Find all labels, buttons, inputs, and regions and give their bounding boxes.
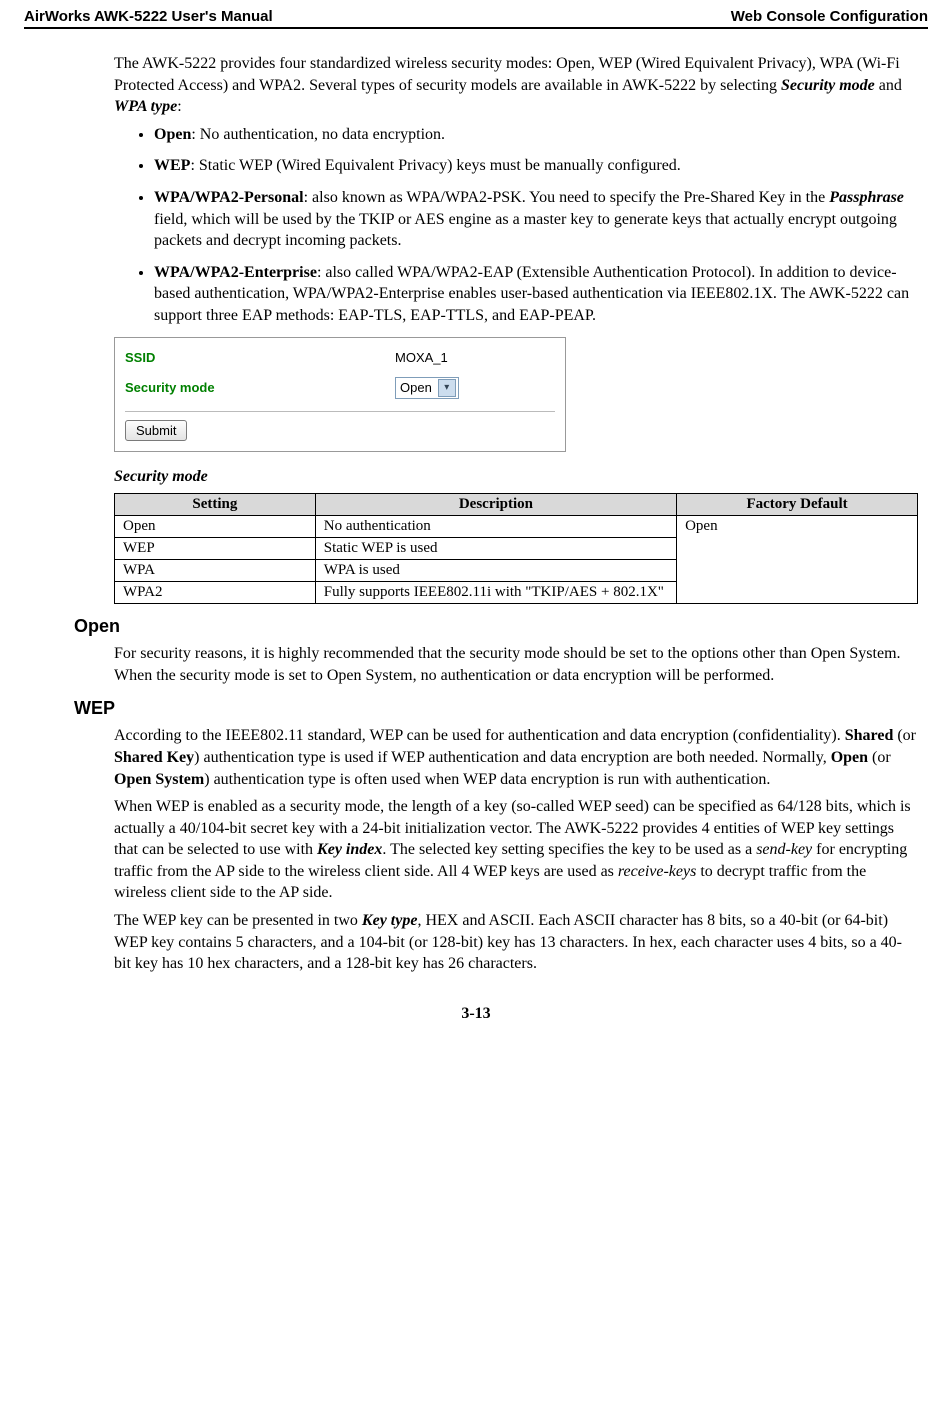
cell-setting: WPA (115, 560, 316, 582)
page-header: AirWorks AWK-5222 User's Manual Web Cons… (24, 8, 928, 29)
intro-paragraph: The AWK-5222 provides four standardized … (114, 53, 918, 118)
header-left: AirWorks AWK-5222 User's Manual (24, 8, 273, 25)
bullet-wep-text: : Static WEP (Wired Equivalent Privacy) … (190, 157, 680, 174)
wep-p1-e: ) authentication type is used if WEP aut… (194, 749, 831, 766)
wep-paragraph-1: According to the IEEE802.11 standard, WE… (114, 725, 918, 790)
cell-setting: WPA2 (115, 582, 316, 604)
chevron-down-icon: ▾ (438, 379, 456, 397)
wep-p1-a: According to the IEEE802.11 standard, WE… (114, 727, 845, 744)
security-mode-select[interactable]: Open ▾ (395, 377, 459, 399)
bullet-wpa-personal-title: WPA/WPA2-Personal (154, 189, 304, 206)
ssid-value: MOXA_1 (395, 350, 448, 365)
th-default: Factory Default (677, 494, 918, 516)
wep-p1-c: (or (893, 727, 916, 744)
bullet-open-text: : No authentication, no data encryption. (191, 126, 445, 143)
submit-button[interactable]: Submit (125, 420, 187, 441)
page-number: 3-13 (24, 1005, 928, 1023)
cell-description: Fully supports IEEE802.11i with "TKIP/AE… (315, 582, 676, 604)
bullet-wpa-personal-text-c: field, which will be used by the TKIP or… (154, 211, 897, 250)
wep-p1-i: ) authentication type is often used when… (204, 771, 770, 788)
security-mode-label: Security mode (125, 380, 395, 395)
bullet-wpa-enterprise-title: WPA/WPA2-Enterprise (154, 264, 317, 281)
th-description: Description (315, 494, 676, 516)
wep-p1-opensystem: Open System (114, 771, 204, 788)
bullet-open: Open: No authentication, no data encrypt… (154, 124, 918, 146)
intro-wpa-type: WPA type (114, 98, 177, 115)
bullet-wpa-enterprise: WPA/WPA2-Enterprise: also called WPA/WPA… (154, 262, 918, 327)
bullet-wpa-personal-text-a: : also known as WPA/WPA2-PSK. You need t… (304, 189, 830, 206)
cell-setting: WEP (115, 538, 316, 560)
ssid-label: SSID (125, 350, 395, 365)
divider (125, 411, 555, 412)
table-title: Security mode (114, 466, 918, 488)
intro-text-e: : (177, 98, 181, 115)
bullet-wpa-personal: WPA/WPA2-Personal: also known as WPA/WPA… (154, 187, 918, 252)
wep-p2-c: . The selected key setting specifies the… (382, 841, 756, 858)
table-header-row: Setting Description Factory Default (115, 494, 918, 516)
wep-p1-sharedkey: Shared Key (114, 749, 194, 766)
wep-paragraph-3: The WEP key can be presented in two Key … (114, 910, 918, 975)
mode-bullet-list: Open: No authentication, no data encrypt… (114, 124, 918, 327)
wep-paragraph-2: When WEP is enabled as a security mode, … (114, 796, 918, 904)
th-setting: Setting (115, 494, 316, 516)
bullet-wpa-personal-passphrase: Passphrase (829, 189, 904, 206)
security-mode-select-value: Open (400, 380, 432, 395)
wep-p2-sendkey: send-key (756, 841, 812, 858)
wep-p1-open: Open (831, 749, 868, 766)
cell-default: Open (677, 516, 918, 604)
cell-description: No authentication (315, 516, 676, 538)
wep-p1-g: (or (868, 749, 891, 766)
header-right: Web Console Configuration (731, 8, 928, 25)
bullet-open-title: Open (154, 126, 191, 143)
open-heading: Open (74, 616, 918, 637)
wep-p1-shared: Shared (845, 727, 894, 744)
bullet-wep-title: WEP (154, 157, 190, 174)
cell-description: Static WEP is used (315, 538, 676, 560)
cell-description: WPA is used (315, 560, 676, 582)
wep-p3-a: The WEP key can be presented in two (114, 912, 362, 929)
wep-heading: WEP (74, 698, 918, 719)
intro-security-mode: Security mode (781, 77, 875, 94)
intro-text-c: and (875, 77, 902, 94)
wep-p2-keyindex: Key index (317, 841, 382, 858)
bullet-wep: WEP: Static WEP (Wired Equivalent Privac… (154, 155, 918, 177)
security-mode-table: Setting Description Factory Default Open… (114, 493, 918, 604)
table-row: Open No authentication Open (115, 516, 918, 538)
wep-p2-receivekeys: receive-keys (618, 863, 696, 880)
cell-setting: Open (115, 516, 316, 538)
open-paragraph: For security reasons, it is highly recom… (114, 643, 918, 686)
config-screenshot: SSID MOXA_1 Security mode Open ▾ Submit (114, 337, 566, 452)
wep-p3-keytype: Key type (362, 912, 418, 929)
